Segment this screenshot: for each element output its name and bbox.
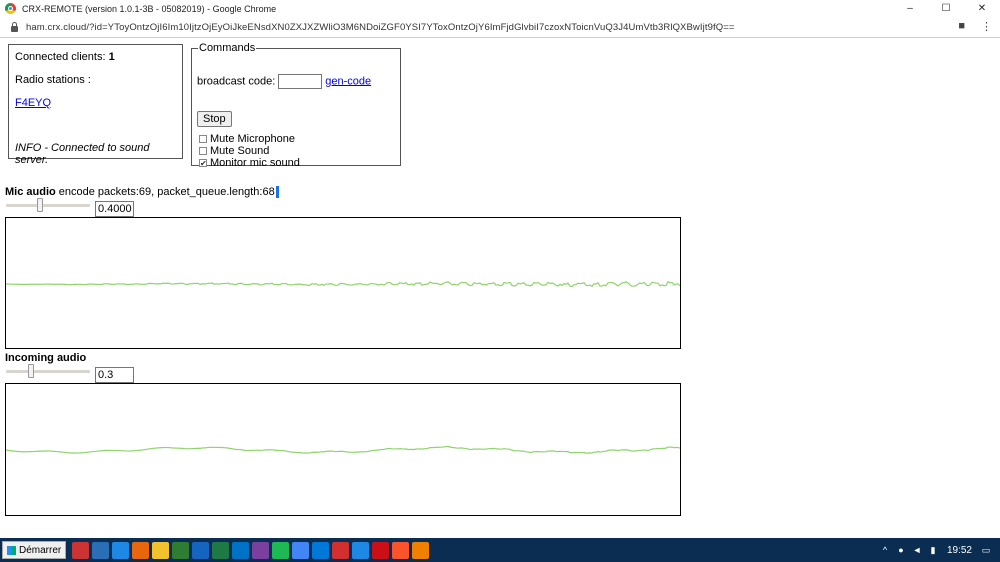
word-icon[interactable] (192, 541, 210, 559)
chrome-logo-icon (5, 3, 16, 14)
stop-button[interactable]: Stop (197, 111, 232, 127)
opera-icon[interactable] (372, 541, 390, 559)
onenote-icon[interactable] (252, 541, 270, 559)
mic-waveform-svg (5, 280, 681, 288)
chrome-icon[interactable] (292, 541, 310, 559)
address-bar[interactable]: ham.crx.cloud/?id=YToyOntzOjI6Im10IjtzOj… (0, 17, 1000, 38)
brave-icon[interactable] (392, 541, 410, 559)
station-link[interactable]: F4EYQ (15, 97, 51, 109)
mute-microphone-checkbox[interactable]: Mute Microphone (197, 133, 395, 145)
battery-icon[interactable]: ▮ (927, 544, 939, 556)
chevron-up-icon[interactable]: ^ (879, 544, 891, 556)
excel-icon[interactable] (212, 541, 230, 559)
status-panel: Connected clients: 1 Radio stations : F4… (8, 44, 183, 166)
commands-fieldset: Commands broadcast code: gen-code Stop Mu… (191, 42, 401, 169)
lock-icon[interactable] (11, 21, 18, 32)
gen-code-link[interactable]: gen-code (325, 75, 371, 87)
monitor-mic-checkbox[interactable]: ✔ Monitor mic sound (197, 157, 395, 169)
vlc-icon[interactable] (412, 541, 430, 559)
commands-legend: Commands (199, 42, 256, 54)
microphone-icon[interactable]: ● (895, 544, 907, 556)
start-button[interactable]: Démarrer (2, 541, 67, 559)
radio-stations-label: Radio stations : (15, 74, 91, 86)
checkbox-box[interactable] (199, 147, 207, 155)
broadcast-code-input[interactable] (278, 74, 323, 89)
url-text[interactable]: ham.crx.cloud/?id=YToyOntzOjI6Im10IjtzOj… (26, 22, 735, 33)
broadcast-row: broadcast code: gen-code (197, 74, 395, 89)
incoming-audio-scope (5, 383, 681, 516)
slider-thumb[interactable] (37, 198, 43, 212)
mute-sound-checkbox[interactable]: Mute Sound (197, 145, 395, 157)
checkbox-label: Mute Sound (210, 145, 270, 157)
connected-label: Connected clients: (15, 51, 109, 63)
checkbox-label: Monitor mic sound (210, 157, 300, 169)
edge-icon[interactable] (112, 541, 130, 559)
firefox-icon[interactable] (132, 541, 150, 559)
incoming-volume-slider[interactable] (6, 363, 90, 379)
network-icon[interactable] (172, 541, 190, 559)
windows-taskbar: Démarrer ^ ● ◄ ▮ 19:52 ▭ (0, 538, 1000, 562)
spotify-icon[interactable] (272, 541, 290, 559)
mic-audio-scope (5, 217, 681, 349)
folder-icon[interactable] (152, 541, 170, 559)
menu-icon[interactable]: ⋮ (981, 20, 992, 33)
window-title: CRX-REMOTE (version 1.0.1-3B - 05082019)… (22, 3, 277, 14)
clock-app-icon[interactable] (72, 541, 90, 559)
notification-icon[interactable]: ▭ (980, 544, 992, 556)
mic-waveform-line (5, 280, 681, 288)
window-titlebar: CRX-REMOTE (version 1.0.1-3B - 05082019)… (0, 0, 1000, 17)
maximize-button[interactable]: ☐ (928, 0, 964, 17)
connected-clients: Connected clients: 1 (15, 51, 115, 63)
close-button[interactable]: ✕ (964, 0, 1000, 17)
windows-logo-icon (7, 545, 16, 555)
broadcast-label: broadcast code: (197, 75, 276, 88)
mic-volume-slider[interactable] (6, 197, 90, 213)
system-tray: ^ ● ◄ ▮ 19:52 ▭ (879, 538, 1000, 562)
checkbox-label: Mute Microphone (210, 133, 295, 145)
taskbar-apps (72, 541, 430, 559)
text-cursor (275, 186, 279, 199)
acrobat-icon[interactable] (332, 541, 350, 559)
vscode-icon[interactable] (312, 541, 330, 559)
explorer-icon[interactable] (92, 541, 110, 559)
mic-volume-input[interactable]: 0.4000 (95, 201, 134, 217)
volume-icon[interactable]: ◄ (911, 544, 923, 556)
connected-count: 1 (108, 51, 115, 63)
camera-icon[interactable]: ■ (958, 20, 965, 33)
ie-icon[interactable] (352, 541, 370, 559)
incoming-waveform-line (5, 446, 681, 454)
slider-track (6, 204, 90, 207)
outlook-icon[interactable] (232, 541, 250, 559)
incoming-volume-input[interactable]: 0.3 (95, 367, 134, 383)
clock[interactable]: 19:52 (947, 545, 972, 556)
start-label: Démarrer (19, 544, 62, 556)
checkbox-box[interactable]: ✔ (199, 159, 207, 168)
slider-thumb[interactable] (28, 364, 34, 378)
incoming-waveform-svg (5, 446, 681, 454)
minimize-button[interactable]: – (892, 0, 928, 17)
slider-track (6, 370, 90, 373)
info-message: INFO - Connected to sound server. (15, 142, 150, 166)
checkbox-box[interactable] (199, 135, 207, 143)
